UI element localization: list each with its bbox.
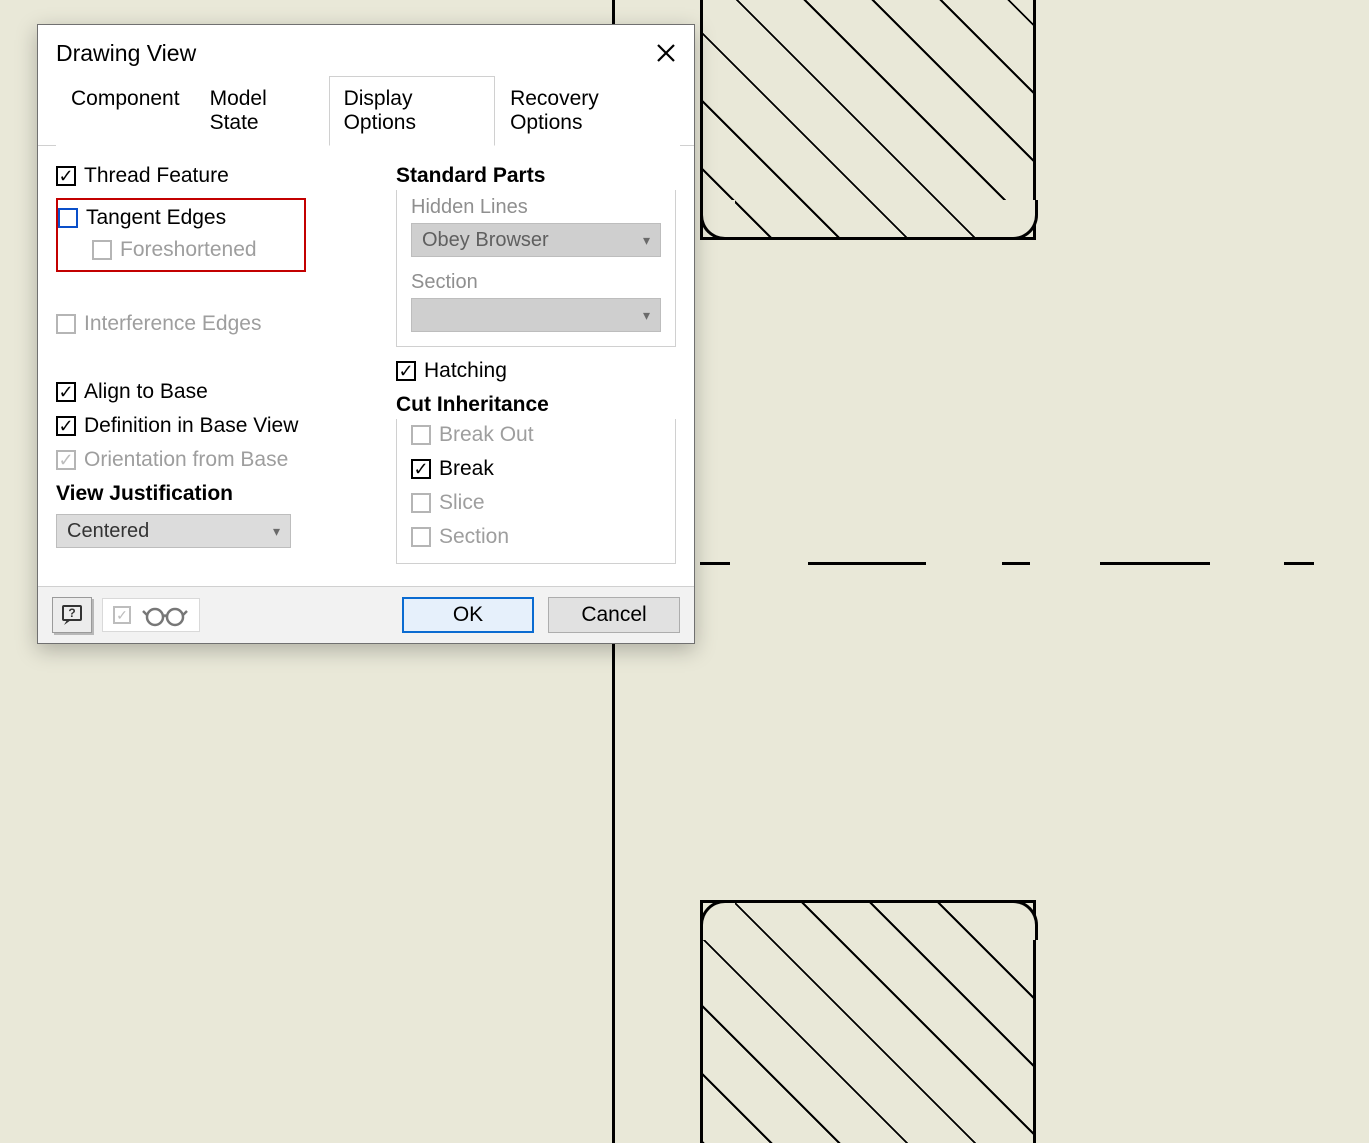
tab-display-options[interactable]: Display Options xyxy=(329,76,495,146)
cut-inheritance-group: Break Out ✓ Break Slice Section xyxy=(396,419,676,564)
footer-right: OK Cancel xyxy=(402,597,680,633)
hidden-lines-label: Hidden Lines xyxy=(411,196,661,219)
checkbox-break-out[interactable]: Break Out xyxy=(411,423,661,447)
drawing-line xyxy=(700,237,1036,240)
hidden-lines-dropdown[interactable]: Obey Browser ▾ xyxy=(411,223,661,257)
checkbox-section[interactable]: Section xyxy=(411,525,661,549)
checkbox-label: Slice xyxy=(439,491,485,515)
chevron-down-icon: ▾ xyxy=(643,232,650,249)
drawing-centerline xyxy=(1284,562,1314,565)
checkbox-hatching[interactable]: ✓ Hatching xyxy=(396,359,676,383)
standard-parts-group: Hidden Lines Obey Browser ▾ Section ▾ xyxy=(396,190,676,347)
dialog-title: Drawing View xyxy=(56,40,196,67)
help-icon: ? xyxy=(60,603,84,627)
drawing-hatch-top xyxy=(702,0,1034,238)
drawing-hatch-bottom xyxy=(702,902,1034,1143)
mini-checkbox[interactable]: ✓ xyxy=(113,606,131,624)
view-justification-label: View Justification xyxy=(56,482,366,506)
checkbox-label: Align to Base xyxy=(84,380,208,404)
checkbox-tangent-edges[interactable]: Tangent Edges xyxy=(58,206,298,230)
footer-left: ? ✓ xyxy=(52,597,200,633)
dialog-footer: ? ✓ OK Cancel xyxy=(38,586,694,643)
svg-text:?: ? xyxy=(68,606,75,620)
left-column: ✓ Thread Feature Tangent Edges Foreshort… xyxy=(56,164,366,564)
drawing-centerline xyxy=(1100,562,1210,565)
chevron-down-icon: ▾ xyxy=(643,307,650,324)
checkbox-interference-edges[interactable]: Interference Edges xyxy=(56,312,366,336)
checkbox-label: Break Out xyxy=(439,423,534,447)
close-icon xyxy=(656,43,676,63)
checkbox-label: Definition in Base View xyxy=(84,414,298,438)
tab-recovery-options[interactable]: Recovery Options xyxy=(495,76,680,146)
drawing-centerline xyxy=(1002,562,1030,565)
standard-parts-header: Standard Parts xyxy=(396,164,676,188)
checkbox-label: Tangent Edges xyxy=(86,206,226,230)
dropdown-value: Centered xyxy=(67,520,149,543)
cut-inheritance-header: Cut Inheritance xyxy=(396,393,676,417)
dialog-titlebar: Drawing View xyxy=(38,25,694,75)
checkbox-label: Orientation from Base xyxy=(84,448,288,472)
drawing-centerline xyxy=(700,562,730,565)
cancel-button[interactable]: Cancel xyxy=(548,597,680,633)
toggle-group: ✓ xyxy=(102,598,200,632)
close-button[interactable] xyxy=(652,39,680,67)
highlight-tangent-edges: Tangent Edges Foreshortened xyxy=(56,198,306,272)
chevron-down-icon: ▾ xyxy=(273,523,280,540)
section-dropdown[interactable]: ▾ xyxy=(411,298,661,332)
drawing-view-dialog: Drawing View Component Model State Displ… xyxy=(37,24,695,644)
checkbox-label: Break xyxy=(439,457,494,481)
glasses-icon[interactable] xyxy=(141,603,189,627)
checkbox-label: Hatching xyxy=(424,359,507,383)
drawing-corner xyxy=(700,200,735,240)
checkbox-definition-in-base-view[interactable]: ✓ Definition in Base View xyxy=(56,414,366,438)
drawing-corner xyxy=(700,900,735,940)
tab-model-state[interactable]: Model State xyxy=(195,76,329,146)
help-button[interactable]: ? xyxy=(52,597,92,633)
checkbox-label: Section xyxy=(439,525,509,549)
drawing-centerline xyxy=(808,562,926,565)
checkbox-align-to-base[interactable]: ✓ Align to Base xyxy=(56,380,366,404)
checkbox-slice[interactable]: Slice xyxy=(411,491,661,515)
section-dropdown-label: Section xyxy=(411,271,661,294)
ok-button[interactable]: OK xyxy=(402,597,534,633)
checkbox-label: Interference Edges xyxy=(84,312,261,336)
dropdown-value: Obey Browser xyxy=(422,229,549,252)
checkbox-break[interactable]: ✓ Break xyxy=(411,457,661,481)
checkbox-label: Thread Feature xyxy=(84,164,229,188)
checkbox-foreshortened[interactable]: Foreshortened xyxy=(92,238,298,262)
tab-component[interactable]: Component xyxy=(56,76,195,146)
view-justification-dropdown[interactable]: Centered ▾ xyxy=(56,514,291,548)
drawing-line xyxy=(700,900,1036,903)
checkbox-label: Foreshortened xyxy=(120,238,257,262)
right-column: Standard Parts Hidden Lines Obey Browser… xyxy=(396,164,676,564)
tab-panel-display-options: ✓ Thread Feature Tangent Edges Foreshort… xyxy=(38,146,694,574)
checkbox-thread-feature[interactable]: ✓ Thread Feature xyxy=(56,164,366,188)
tab-bar: Component Model State Display Options Re… xyxy=(38,75,694,146)
checkbox-orientation-from-base[interactable]: ✓ Orientation from Base xyxy=(56,448,366,472)
